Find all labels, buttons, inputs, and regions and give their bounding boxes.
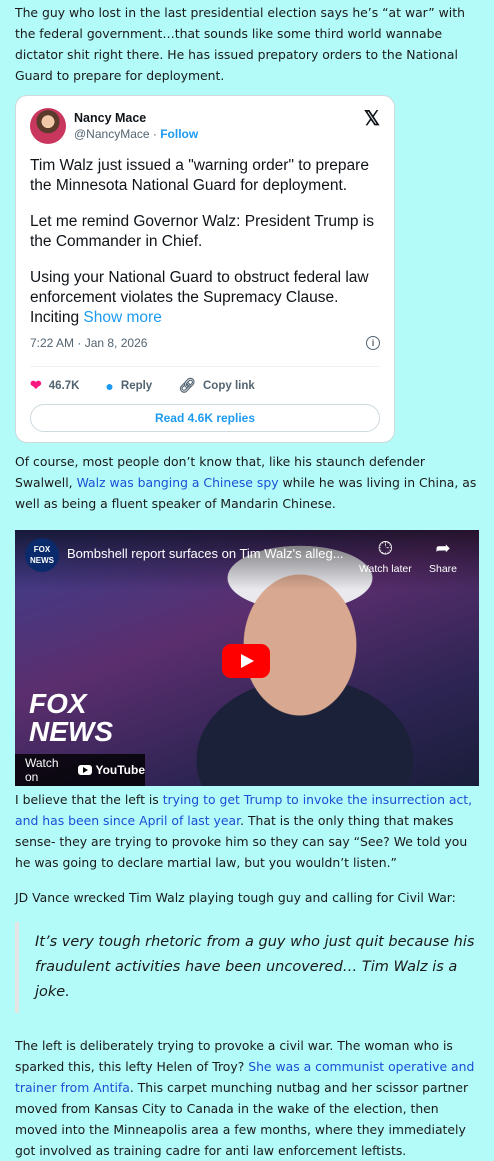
author-handle-row: @NancyMace · Follow [74, 127, 198, 141]
follow-link[interactable]: Follow [160, 127, 198, 141]
watch-later-label: Watch later [359, 563, 412, 575]
channel-avatar[interactable]: FOX NEWS [25, 538, 59, 572]
paragraph-1: The guy who lost in the last presidentia… [15, 5, 465, 83]
tweet-line-1: Tim Walz just issued a "warning order" t… [30, 157, 369, 194]
chinese-spy-link[interactable]: Walz was banging a Chinese spy [77, 475, 279, 490]
watch-on-label: Watch on [25, 756, 59, 784]
paragraph-5: The left is deliberately trying to provo… [15, 1035, 479, 1161]
youtube-wordmark: YouTube [95, 763, 145, 777]
watch-on-youtube-button[interactable]: Watch on YouTube [15, 754, 145, 786]
paragraph-3: I believe that the left is trying to get… [15, 789, 479, 873]
copy-link-label: Copy link [203, 379, 255, 392]
paragraph-4: JD Vance wrecked Tim Walz playing tough … [15, 890, 456, 905]
fox-news-logo: FOX NEWS [29, 690, 129, 750]
play-button[interactable] [222, 644, 270, 678]
paragraph-2: Of course, most people don’t know that, … [15, 451, 479, 514]
author-name[interactable]: Nancy Mace [74, 111, 198, 125]
article-top: The guy who lost in the last presidentia… [0, 0, 494, 86]
author-handle[interactable]: @NancyMace [74, 127, 150, 141]
handle-separator: · [149, 127, 161, 141]
reply-label: Reply [120, 379, 153, 392]
show-more-link[interactable]: Show more [79, 309, 161, 326]
tweet-meta: 7:22 AM · Jan 8, 2026 i [30, 336, 380, 350]
like-button[interactable]: ❤ 46.7K [30, 377, 79, 394]
x-logo-icon[interactable]: 𝕏 [364, 106, 380, 131]
tweet-author: Nancy Mace @NancyMace · Follow [74, 111, 198, 141]
reply-button[interactable]: ● Reply [105, 378, 152, 394]
fox-logo-line-2: NEWS [29, 716, 113, 747]
watch-later-button[interactable]: 🕒︎ Watch later [359, 538, 412, 575]
clock-icon: 🕒︎ [378, 538, 393, 558]
tweet-line-2: Let me remind Governor Walz: President T… [30, 213, 374, 250]
share-icon: ➦ [435, 538, 451, 558]
heart-icon: ❤ [30, 377, 42, 393]
youtube-logo: YouTube [78, 763, 145, 777]
share-button[interactable]: ➦ Share [429, 538, 457, 575]
article-bottom: I believe that the left is trying to get… [0, 789, 494, 908]
tweet-actions: ❤ 46.7K ● Reply 🔗︎ Copy link [30, 366, 380, 394]
like-count: 46.7K [48, 379, 80, 392]
read-replies-button[interactable]: Read 4.6K replies [30, 404, 380, 432]
fox-logo-line-1: FOX [29, 688, 87, 719]
article-end: The left is deliberately trying to provo… [0, 1035, 494, 1161]
tweet-line-3: Using your National Guard to obstruct fe… [30, 268, 380, 328]
youtube-embed[interactable]: FOX NEWS Bombshell report surfaces on Ti… [15, 530, 479, 786]
embedded-tweet[interactable]: Nancy Mace @NancyMace · Follow 𝕏 Tim Wal… [15, 95, 395, 443]
paragraph-3-text: I believe that the left is [15, 792, 163, 807]
reply-icon: ● [105, 377, 114, 394]
share-label: Share [429, 563, 458, 575]
tweet-header: Nancy Mace @NancyMace · Follow [30, 108, 380, 144]
tweet-text: Tim Walz just issued a "warning order" t… [30, 156, 380, 328]
copy-link-button[interactable]: 🔗︎ Copy link [178, 377, 255, 394]
youtube-play-icon [78, 765, 93, 775]
tweet-timestamp[interactable]: 7:22 AM · Jan 8, 2026 [30, 336, 147, 350]
video-title[interactable]: Bombshell report surfaces on Tim Walz's … [67, 546, 367, 561]
link-icon: 🔗︎ [178, 377, 196, 393]
article-middle: Of course, most people don’t know that, … [0, 451, 494, 514]
avatar[interactable] [30, 108, 66, 144]
vance-quote: It’s very tough rhetoric from a guy who … [15, 922, 494, 1013]
info-icon[interactable]: i [366, 336, 380, 350]
